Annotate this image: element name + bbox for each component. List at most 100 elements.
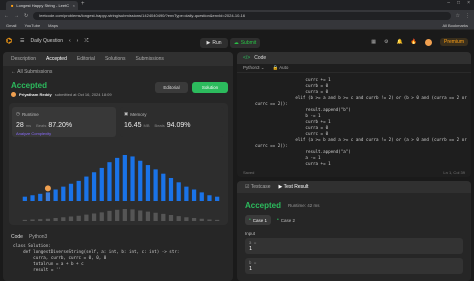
tab-code[interactable]: Code [254,55,266,61]
browser-tab[interactable]: ■ Longest Happy String - LeetC × [6,1,78,10]
case-2-button[interactable]: • Case 2 [277,215,295,225]
bookmarks-bar: Gmail YouTube Maps All Bookmarks [0,21,474,30]
overview-bar [45,218,51,221]
overview-bar [161,213,166,222]
test-tabs: ☑ Testcase ▶ Test Result [237,181,471,193]
tab-description[interactable]: Description [11,56,36,62]
chart-bar[interactable] [61,186,66,202]
run-label: Run [212,40,222,46]
chart-bar[interactable] [99,167,104,201]
forward-icon[interactable]: → [14,13,19,19]
bookmark-youtube[interactable]: YouTube [24,23,40,28]
tab-submissions[interactable]: Submissions [136,56,164,62]
menu-icon[interactable]: ⋮ [465,13,470,19]
chart-bar[interactable] [215,196,220,201]
maximize-icon[interactable]: □ [457,0,460,6]
chart-bar[interactable] [168,178,174,201]
chart-bar[interactable] [176,182,181,201]
settings-icon[interactable]: ⚙ [384,39,388,45]
layout-icon[interactable]: ▦ [371,39,376,45]
test-panel: ☑ Testcase ▶ Test Result Accepted Runtim… [237,181,471,281]
notifications-icon[interactable]: 🔔 [397,39,403,45]
minimize-icon[interactable]: – [447,0,450,6]
tab-testcase[interactable]: ☑ Testcase [245,184,271,190]
memory-card[interactable]: ▣ Memory 16.45 MB Beats 94.09% [120,107,224,137]
language-select[interactable]: Python3 ⌄ [243,65,265,71]
bookmark-gmail[interactable]: Gmail [6,23,16,28]
close-window-icon[interactable]: × [467,0,470,6]
memory-beats-label: Beats [154,123,165,128]
chart-bar[interactable] [199,192,204,202]
input-value: 1 [249,246,253,252]
avatar[interactable] [424,38,432,46]
your-submission-marker [44,185,51,192]
solution-button[interactable]: Solution [192,82,228,93]
pass-dot-icon: • [277,217,279,223]
chart-bar[interactable] [84,176,89,201]
tab-accepted[interactable]: Accepted [46,56,67,62]
chart-bar[interactable] [184,186,189,202]
chart-bar[interactable] [138,160,143,201]
editor-line: currb += 1 [255,119,331,124]
chart-bar[interactable] [161,173,166,201]
bookmark-maps[interactable]: Maps [48,23,58,28]
chart-bar[interactable] [53,189,58,202]
case-1-button[interactable]: • Case 1 [245,215,271,225]
chart-bar[interactable] [207,195,212,201]
reload-icon[interactable]: ↻ [24,13,28,19]
url-field[interactable]: leetcode.com/problems/longest-happy-stri… [33,11,451,20]
chart-bar[interactable] [107,162,112,201]
chart-bar[interactable] [68,183,74,201]
all-submissions-link[interactable]: ← All Submissions [11,69,52,75]
author-name[interactable]: Priyatham Reddy [19,92,52,97]
code-lang: Python3 [28,234,48,240]
editor-line: curra = 0 [255,125,329,130]
chart-bar[interactable] [122,155,127,201]
runtime-beats-label: Beats [36,123,47,128]
left-tabs: Description Accepted Editorial Solutions… [3,52,233,66]
chart-bar[interactable] [30,195,35,201]
runtime-card[interactable]: ◷ Runtime 28 ms Beats 87.20% Analyze Comp… [12,107,116,137]
tab-solutions[interactable]: Solutions [105,56,126,62]
overview-bar [76,215,81,221]
chart-bar[interactable] [22,196,27,201]
chart-bar[interactable] [191,189,197,202]
runtime-distribution-chart[interactable] [21,153,221,223]
author-row: Priyatham Reddy submitted at Oct 16, 202… [11,92,112,97]
tab-test-result[interactable]: ▶ Test Result [279,184,309,190]
chart-bar[interactable] [115,157,120,202]
chart-bar[interactable] [130,156,135,201]
submit-button[interactable]: ☁ Submit [230,38,260,48]
auto-toggle[interactable]: 🔒 Auto [273,65,289,71]
leetcode-logo-icon[interactable]: ⌬ [6,37,14,45]
input-key: a = [249,240,257,245]
auto-label: Auto [279,65,289,70]
chart-bar[interactable] [38,193,43,201]
chart-bar[interactable] [76,180,81,202]
star-icon[interactable]: ☆ [456,13,460,19]
run-button[interactable]: ▶ Run [200,38,228,48]
prev-problem-icon[interactable]: ‹ [69,38,71,44]
saved-status: Saved [243,170,255,175]
chart-bar[interactable] [45,192,51,202]
streak-icon[interactable]: 🔥 [411,39,417,45]
code-line: result = '' [13,267,61,272]
chart-bar[interactable] [153,169,158,202]
premium-button[interactable]: Premium [439,38,468,46]
overview-bar [191,218,197,221]
next-problem-icon[interactable]: › [77,38,79,44]
chart-bar[interactable] [145,165,151,201]
code-editor[interactable]: currc += 1 currb = 0 curra = 0 elif (b >… [237,75,471,166]
all-bookmarks[interactable]: All Bookmarks [442,23,468,28]
chart-bar[interactable] [91,172,97,201]
new-tab-button[interactable]: + [81,1,85,7]
shuffle-icon[interactable]: ⤮ [84,38,88,44]
daily-question-link[interactable]: Daily Question [30,38,63,44]
back-icon[interactable]: ← [4,13,9,19]
problem-list-icon[interactable]: ☰ [20,38,24,44]
overview-bar [199,218,204,221]
close-tab-icon[interactable]: × [73,3,75,8]
editorial-button[interactable]: Editorial [155,82,188,93]
analyze-complexity-link[interactable]: Analyze Complexity [16,131,112,136]
tab-editorial[interactable]: Editorial [77,56,95,62]
